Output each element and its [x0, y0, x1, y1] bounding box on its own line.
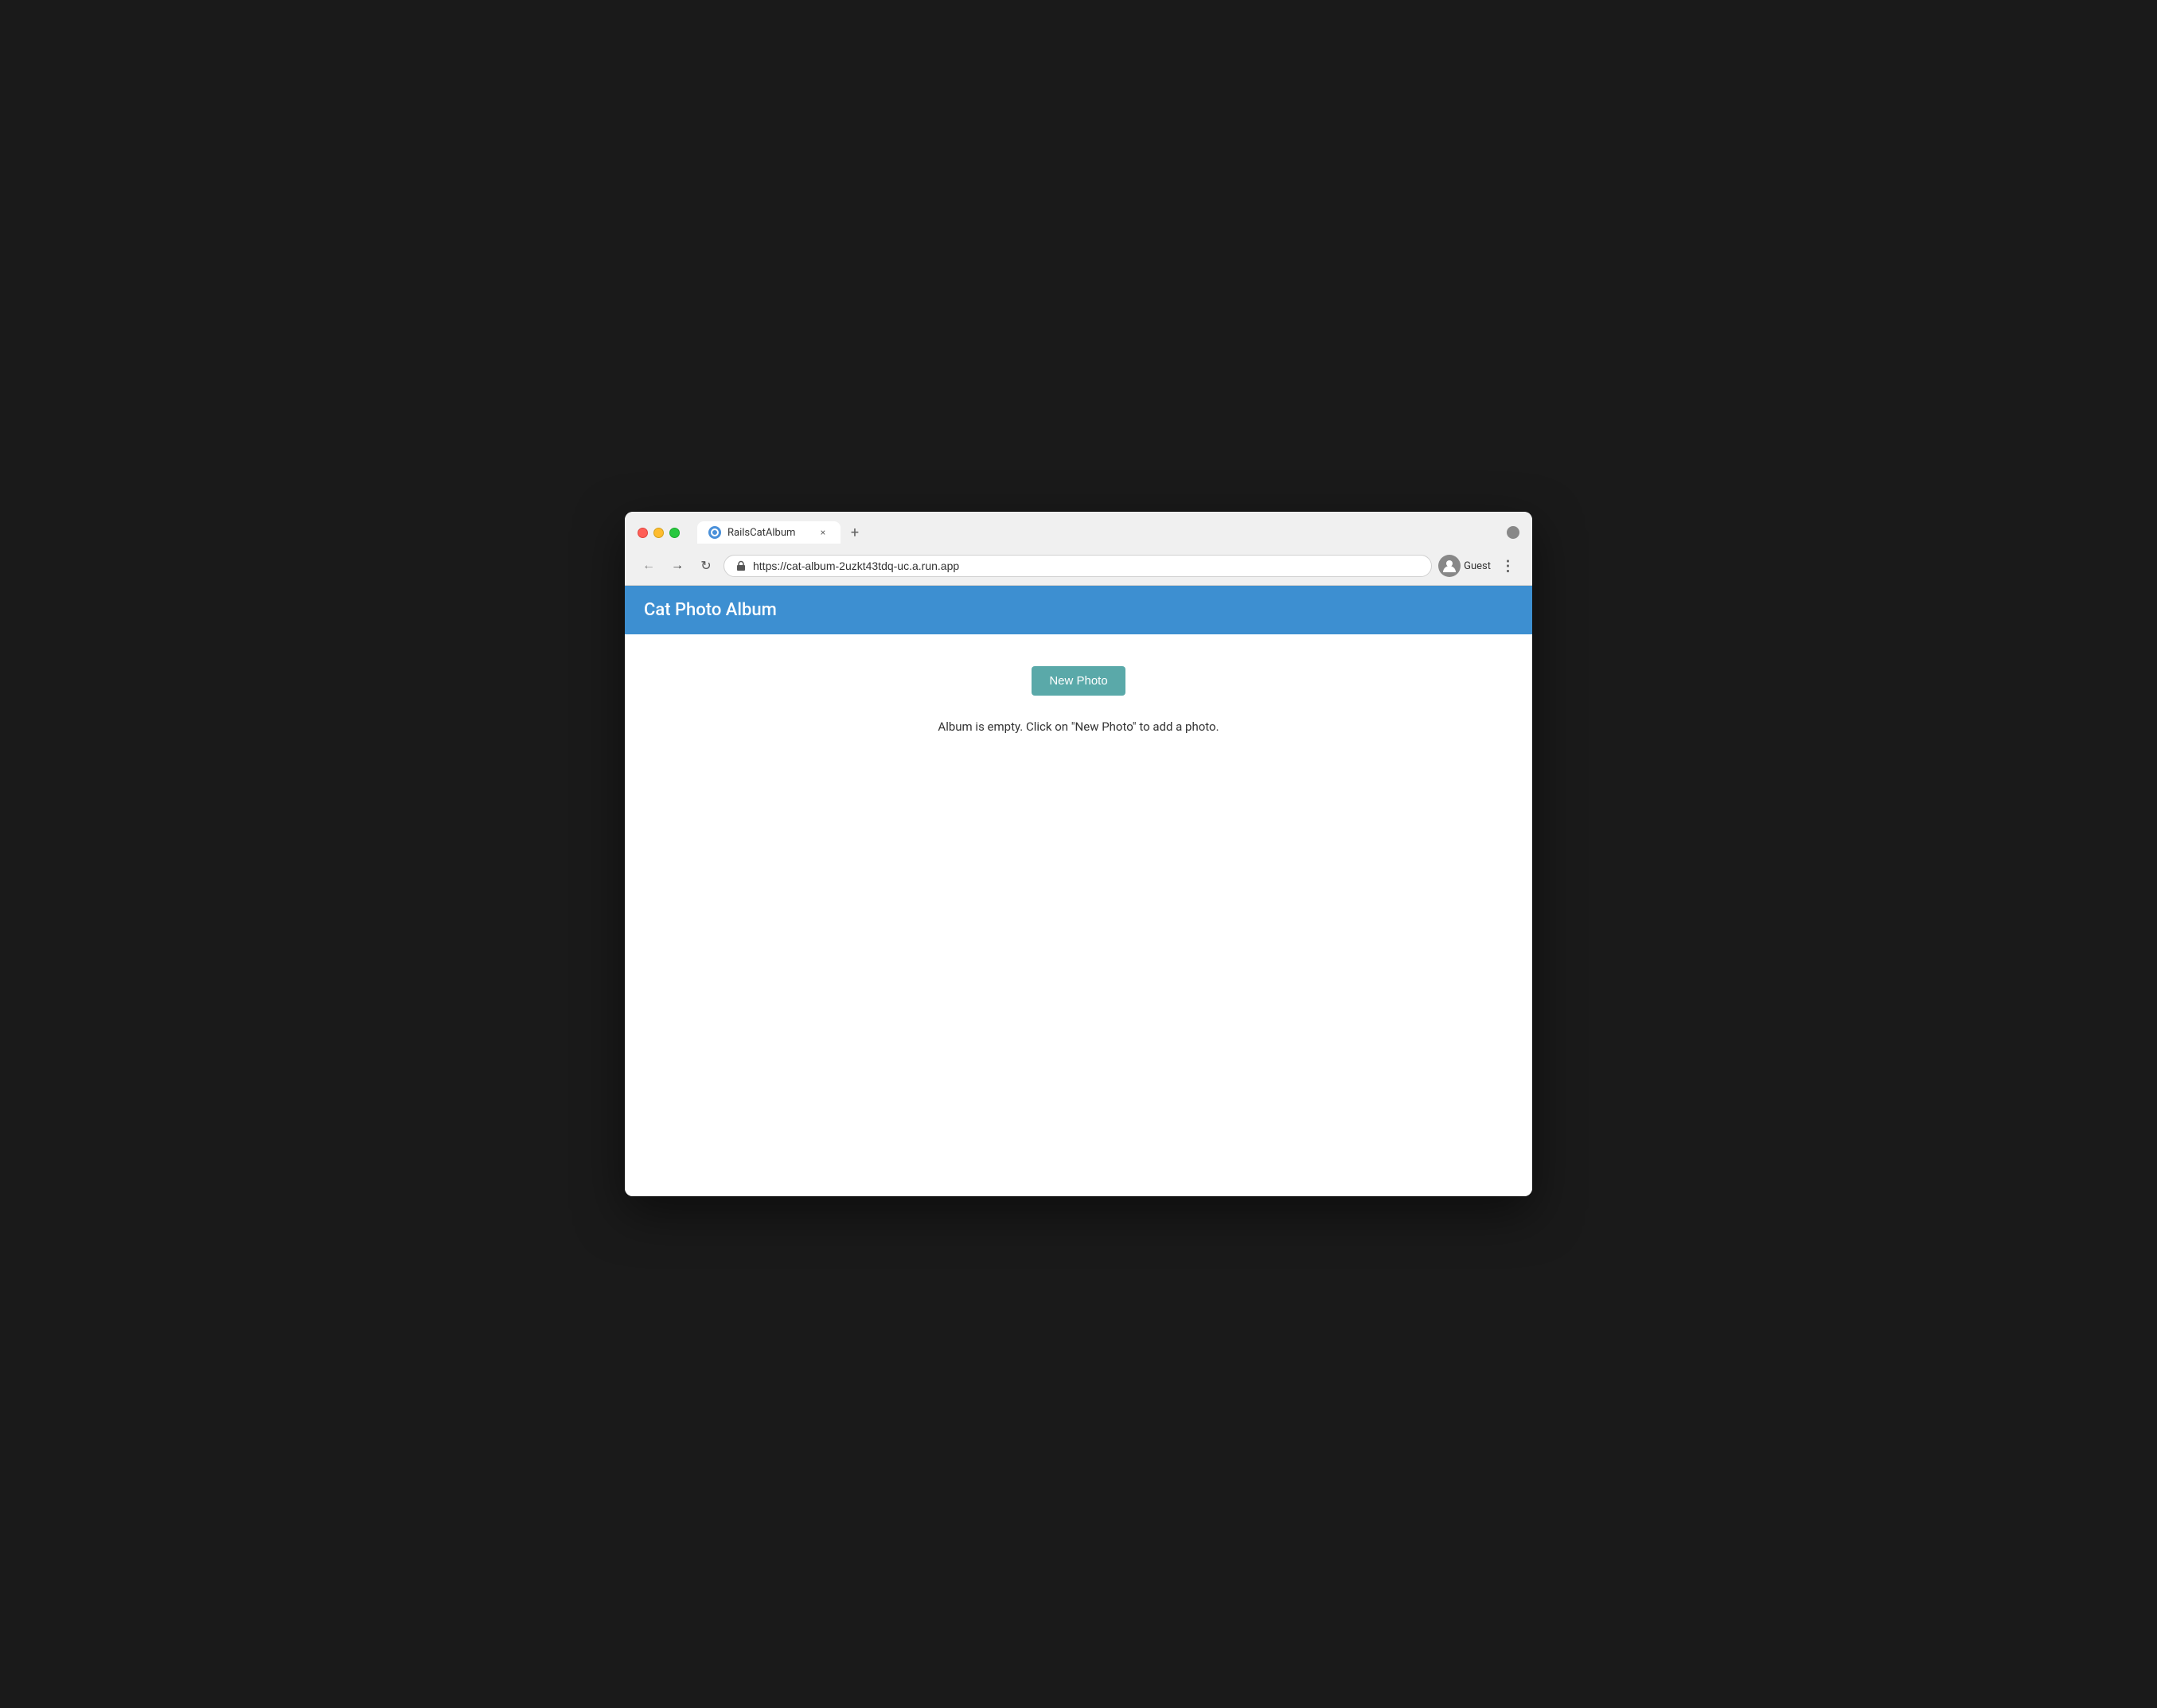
- empty-message: Album is empty. Click on "New Photo" to …: [938, 719, 1219, 734]
- app-header: Cat Photo Album: [625, 586, 1532, 634]
- favicon-icon: [711, 528, 719, 536]
- traffic-lights: [638, 528, 680, 538]
- app-title: Cat Photo Album: [644, 600, 1513, 620]
- address-bar[interactable]: [724, 555, 1432, 577]
- new-tab-button[interactable]: +: [844, 521, 866, 544]
- forward-button[interactable]: →: [666, 555, 688, 577]
- minimize-button[interactable]: [653, 528, 664, 538]
- browser-status-indicator: [1507, 526, 1519, 539]
- more-options-button[interactable]: ⋮: [1497, 555, 1519, 577]
- browser-toolbar: ← → ↻: [625, 550, 1532, 586]
- refresh-button[interactable]: ↻: [695, 555, 717, 577]
- new-photo-button[interactable]: New Photo: [1032, 666, 1125, 696]
- tab-close-button[interactable]: ×: [817, 526, 829, 539]
- tab-bar: RailsCatAlbum × +: [697, 521, 1497, 544]
- back-button[interactable]: ←: [638, 555, 660, 577]
- app-body: New Photo Album is empty. Click on "New …: [625, 634, 1532, 1196]
- security-icon: [735, 560, 747, 571]
- active-tab[interactable]: RailsCatAlbum ×: [697, 521, 841, 544]
- browser-window: RailsCatAlbum × + ← → ↻: [625, 512, 1532, 1196]
- app-content: Cat Photo Album New Photo Album is empty…: [625, 586, 1532, 1196]
- close-button[interactable]: [638, 528, 648, 538]
- profile-avatar-icon: [1438, 555, 1461, 577]
- title-bar: RailsCatAlbum × +: [625, 512, 1532, 550]
- maximize-button[interactable]: [669, 528, 680, 538]
- tab-favicon: [708, 526, 721, 539]
- profile-name-label: Guest: [1464, 560, 1491, 572]
- url-input[interactable]: [753, 560, 1420, 572]
- profile-area[interactable]: Guest: [1438, 555, 1491, 577]
- browser-chrome: RailsCatAlbum × + ← → ↻: [625, 512, 1532, 586]
- tab-title: RailsCatAlbum: [727, 527, 810, 539]
